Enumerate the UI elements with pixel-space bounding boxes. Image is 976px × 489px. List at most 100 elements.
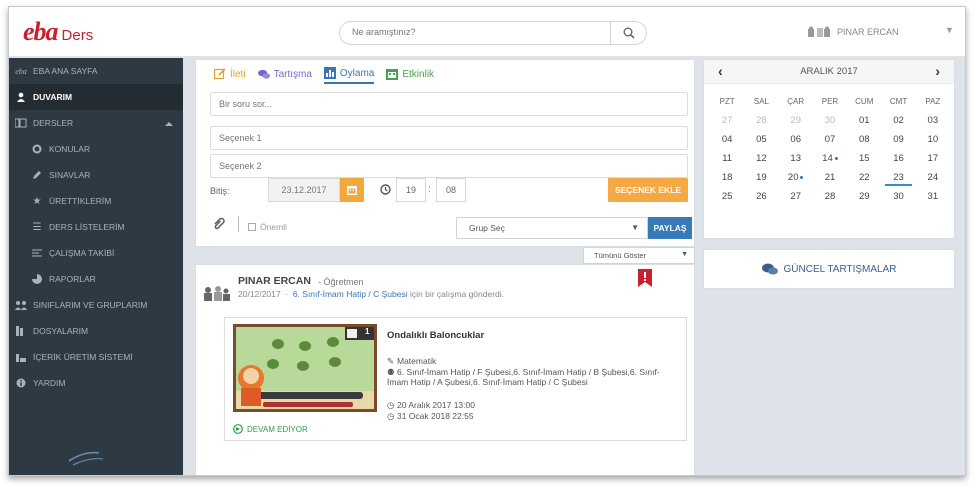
calendar-day[interactable]: 10 xyxy=(916,134,950,145)
sidebar-item-help[interactable]: YARDIM xyxy=(9,370,183,396)
chevron-right-icon[interactable]: › xyxy=(935,63,940,79)
calendar-day[interactable]: 22 xyxy=(847,172,881,183)
calendar-day[interactable]: 24 xyxy=(916,172,950,183)
calendar-day[interactable]: 02 xyxy=(881,115,915,126)
calendar-day[interactable]: 15 xyxy=(847,153,881,164)
minute-field[interactable]: 08 xyxy=(436,178,466,202)
add-option-button[interactable]: SEÇENEK EKLE xyxy=(608,178,688,202)
paperclip-icon[interactable] xyxy=(212,216,226,233)
option-2-input[interactable] xyxy=(210,154,688,178)
calendar-month: ARALIK 2017 xyxy=(800,66,858,77)
sidebar-item-files[interactable]: DOSYALARIM xyxy=(9,318,183,344)
activity-title[interactable]: Ondalıklı Baloncuklar xyxy=(387,330,484,341)
calendar-day-number: 28 xyxy=(824,191,836,202)
sidebar-item-label: YARDIM xyxy=(33,378,66,388)
calendar-day[interactable]: 09 xyxy=(881,134,915,145)
calendar-day[interactable]: 03 xyxy=(916,115,950,126)
calendar-day[interactable]: 21 xyxy=(813,172,847,183)
event-dot-icon xyxy=(834,156,838,160)
calendar-day[interactable]: 14 xyxy=(813,153,847,164)
sidebar-item-courses[interactable]: DERSLER xyxy=(9,110,183,136)
end-date-field[interactable]: 23.12.2017 xyxy=(268,178,340,202)
calendar-day[interactable]: 25 xyxy=(710,191,744,202)
tab-event[interactable]: Etkinlik xyxy=(386,68,434,83)
sidebar-item-label: SINIFLARIM VE GRUPLARIM xyxy=(33,300,148,310)
calendar-day[interactable]: 01 xyxy=(847,115,881,126)
feed-filter-select[interactable]: Tümünü Göster ▼ xyxy=(583,247,695,264)
calendar-day[interactable]: 30 xyxy=(881,191,915,202)
chat-icon xyxy=(761,263,778,275)
logo[interactable]: eba Ders xyxy=(23,17,93,47)
tab-poll[interactable]: Oylama xyxy=(323,67,375,84)
tab-message[interactable]: İleti xyxy=(214,68,246,83)
calendar-day[interactable]: 04 xyxy=(710,134,744,145)
calendar-day[interactable]: 06 xyxy=(779,134,813,145)
share-button[interactable]: PAYLAŞ xyxy=(648,217,692,239)
calendar-day-number: 08 xyxy=(858,134,870,145)
sidebar-item-exams[interactable]: SINAVLAR xyxy=(9,162,183,188)
user-menu-caret-icon[interactable]: ▼ xyxy=(945,25,954,35)
calendar-day[interactable]: 05 xyxy=(744,134,778,145)
chevron-left-icon[interactable]: ‹ xyxy=(718,63,723,79)
calendar-day[interactable]: 28 xyxy=(813,191,847,202)
time-separator: : xyxy=(428,184,431,195)
calendar-day[interactable]: 17 xyxy=(916,153,950,164)
sidebar-item-reports[interactable]: RAPORLAR xyxy=(9,266,183,292)
calendar-day[interactable]: 27 xyxy=(710,115,744,126)
calendar-day[interactable]: 30 xyxy=(813,115,847,126)
calendar-day[interactable]: 19 xyxy=(744,172,778,183)
calendar-day[interactable]: 26 xyxy=(744,191,778,202)
calendar-day-number: 31 xyxy=(927,191,939,202)
tab-discussion[interactable]: Tartışma xyxy=(257,68,312,83)
sidebar-item-lesson-lists[interactable]: ☰ DERS LİSTELERİM xyxy=(9,214,183,240)
calendar-day-today[interactable]: 23 xyxy=(881,172,915,186)
activity-thumbnail[interactable] xyxy=(233,324,377,412)
calendar-day[interactable]: 08 xyxy=(847,134,881,145)
weekday-label: PZT xyxy=(719,97,735,106)
sidebar-item-topics[interactable]: KONULAR xyxy=(9,136,183,162)
calendar-day-number: 14 xyxy=(822,153,833,164)
calendar-day-number: 25 xyxy=(721,191,733,202)
calendar-day[interactable]: 07 xyxy=(813,134,847,145)
post-author[interactable]: PINAR ERCAN xyxy=(238,275,311,287)
sidebar-item-my-productions[interactable]: ★ ÜRETTİKLERİM xyxy=(9,188,183,214)
sidebar-item-wall[interactable]: DUVARIM xyxy=(9,84,183,110)
user-menu[interactable]: PINAR ERCAN xyxy=(807,26,899,38)
tab-label: Oylama xyxy=(339,67,375,79)
bookmark-flag-icon[interactable] xyxy=(638,269,652,287)
post-action: için bir çalışma gönderdi. xyxy=(410,289,505,299)
sidebar-item-label: SINAVLAR xyxy=(49,170,91,180)
calendar-day[interactable]: 13 xyxy=(779,153,813,164)
current-discussions-panel[interactable]: GÜNCEL TARTIŞMALAR xyxy=(703,249,955,289)
user-icon xyxy=(15,91,27,103)
activity-card[interactable]: 1 Ondalıklı Baloncuklar ✎ Matematik ⚉ 6. S… xyxy=(224,317,687,441)
option-1-input[interactable] xyxy=(210,126,688,150)
calendar-day[interactable]: 18 xyxy=(710,172,744,183)
calendar-day[interactable]: 12 xyxy=(744,153,778,164)
calendar-day[interactable]: 16 xyxy=(881,153,915,164)
sidebar-item-study-tracking[interactable]: ÇALIŞMA TAKİBİ xyxy=(9,240,183,266)
calendar-day[interactable]: 31 xyxy=(916,191,950,202)
checkbox-box[interactable] xyxy=(248,223,256,231)
hour-field[interactable]: 19 xyxy=(396,178,426,202)
sidebar-item-eba-home[interactable]: eba EBA ANA SAYFA xyxy=(9,58,183,84)
calendar-day[interactable]: 28 xyxy=(744,115,778,126)
calendar-day[interactable]: 11 xyxy=(710,153,744,164)
sidebar-item-classes-groups[interactable]: SINIFLARIM VE GRUPLARIM xyxy=(9,292,183,318)
calendar-day-number: 05 xyxy=(756,134,767,145)
important-checkbox[interactable]: Önemli xyxy=(248,222,287,232)
date-picker-button[interactable] xyxy=(340,178,364,202)
search-input[interactable] xyxy=(352,27,602,37)
divider xyxy=(238,216,239,232)
calendar-day[interactable]: 29 xyxy=(847,191,881,202)
search-button[interactable] xyxy=(610,22,646,44)
post-class-link[interactable]: 6. Sınıf-İmam Hatip / C Şubesi xyxy=(293,289,408,299)
classes-text: 6. Sınıf-İmam Hatip / F Şubesi,6. Sınıf-… xyxy=(387,367,660,387)
calendar-day[interactable]: 27 xyxy=(779,191,813,202)
group-select[interactable]: Grup Seç ▼ xyxy=(456,217,648,239)
question-input[interactable] xyxy=(210,92,688,116)
sidebar-item-content-system[interactable]: İÇERİK ÜRETİM SİSTEMİ xyxy=(9,344,183,370)
collapse-icon[interactable] xyxy=(165,119,173,129)
calendar-day[interactable]: 29 xyxy=(779,115,813,126)
calendar-day[interactable]: 20 xyxy=(779,172,813,183)
